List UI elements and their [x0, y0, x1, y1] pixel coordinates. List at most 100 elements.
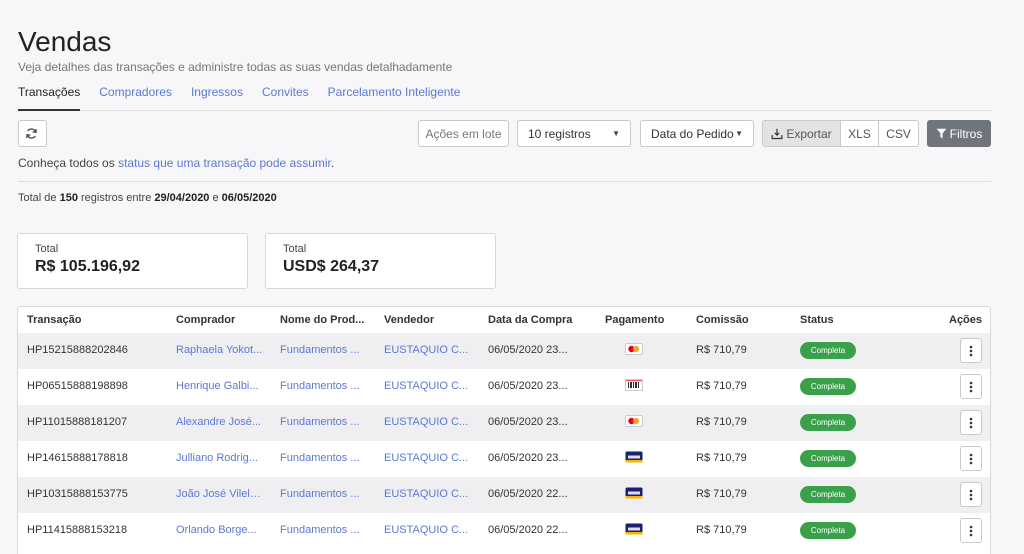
mastercard-icon: [625, 415, 643, 430]
seller-link[interactable]: EUSTAQUIO C...: [384, 344, 470, 356]
row-actions-button[interactable]: [960, 518, 982, 543]
tab-ingressos[interactable]: Ingressos: [191, 85, 243, 111]
commission: R$ 710,79: [696, 344, 747, 356]
buyer-link[interactable]: Raphaela Yokot...: [176, 344, 265, 356]
status-badge: Completa: [800, 450, 856, 467]
status-badge: Completa: [800, 342, 856, 359]
visa-icon: [625, 487, 643, 502]
product-link[interactable]: Fundamentos ...: [280, 488, 366, 500]
status-info: Conheça todos os status que uma transaçã…: [18, 156, 334, 170]
tab-transacoes[interactable]: Transações: [18, 85, 81, 111]
purchase-date: 06/05/2020 22...: [488, 488, 568, 500]
transaction-id: HP14615888178818: [27, 452, 128, 464]
commission: R$ 710,79: [696, 524, 747, 536]
purchase-date: 06/05/2020 23...: [488, 452, 568, 464]
download-icon: [771, 128, 783, 139]
row-actions-button[interactable]: [960, 374, 982, 399]
buyer-link[interactable]: Henrique Galbi...: [176, 380, 265, 392]
table-row: HP15215888202846 Raphaela Yokot... Fundame…: [18, 333, 990, 369]
product-link[interactable]: Fundamentos ...: [280, 416, 366, 428]
seller-link[interactable]: EUSTAQUIO C...: [384, 416, 470, 428]
boleto-icon: [625, 379, 643, 394]
transactions-table: Transação Comprador Nome do Prod... Vend…: [17, 306, 991, 554]
row-actions-button[interactable]: [960, 338, 982, 363]
tab-compradores[interactable]: Compradores: [99, 85, 172, 111]
date-filter-select[interactable]: Data do Pedido ▼: [640, 120, 754, 147]
seller-link[interactable]: EUSTAQUIO C...: [384, 488, 470, 500]
records-per-page-value: 10 registros: [528, 126, 591, 141]
col-transacao: Transação: [27, 314, 82, 326]
commission: R$ 710,79: [696, 380, 747, 392]
buyer-link[interactable]: João José Vilela...: [176, 488, 265, 500]
filters-button[interactable]: Filtros: [927, 120, 991, 147]
export-group: Exportar XLS CSV: [762, 120, 919, 147]
row-actions-button[interactable]: [960, 410, 982, 435]
transaction-id: HP06515888198898: [27, 380, 128, 392]
records-per-page-select[interactable]: 10 registros ▼: [517, 120, 631, 147]
kebab-menu-icon: [969, 525, 973, 536]
refresh-icon: [25, 128, 37, 139]
xls-button[interactable]: XLS: [840, 121, 878, 146]
status-badge: Completa: [800, 486, 856, 503]
buyer-link[interactable]: Alexandre José...: [176, 416, 265, 428]
table-row: HP11015888181207 Alexandre José... Fundame…: [18, 405, 990, 441]
product-link[interactable]: Fundamentos ...: [280, 380, 366, 392]
card-label: Total: [35, 243, 59, 255]
status-badge: Completa: [800, 378, 856, 395]
col-produto: Nome do Prod...: [280, 314, 365, 326]
export-label: Exportar: [786, 126, 832, 141]
table-row: HP06515888198898 Henrique Galbi... Fundame…: [18, 369, 990, 405]
col-vendedor: Vendedor: [384, 314, 435, 326]
kebab-menu-icon: [969, 417, 973, 428]
kebab-menu-icon: [969, 453, 973, 464]
col-pagamento: Pagamento: [605, 314, 665, 326]
page-title: Vendas: [18, 26, 112, 57]
table-body: HP15215888202846 Raphaela Yokot... Fundame…: [18, 333, 990, 549]
total-brl-card: Total R$ 105.196,92: [17, 233, 248, 289]
divider: [18, 181, 991, 182]
table-row: HP10315888153775 João José Vilela... Funda…: [18, 477, 990, 513]
transaction-id: HP15215888202846: [27, 344, 128, 356]
row-actions-button[interactable]: [960, 482, 982, 507]
product-link[interactable]: Fundamentos ...: [280, 452, 366, 464]
buyer-link[interactable]: Julliano Rodrig...: [176, 452, 265, 464]
chevron-down-icon: ▼: [735, 129, 743, 138]
table-header: Transação Comprador Nome do Prod... Vend…: [18, 307, 990, 333]
total-info: Total de 150 registros entre 29/04/2020 …: [18, 192, 277, 204]
col-data: Data da Compra: [488, 314, 573, 326]
kebab-menu-icon: [969, 345, 973, 356]
row-actions-button[interactable]: [960, 446, 982, 471]
card-value: USD$ 264,37: [283, 258, 380, 275]
product-link[interactable]: Fundamentos ...: [280, 344, 366, 356]
page-subtitle: Veja detalhes das transações e administr…: [18, 60, 453, 74]
tab-parcelamento-inteligente[interactable]: Parcelamento Inteligente: [328, 85, 461, 111]
seller-link[interactable]: EUSTAQUIO C...: [384, 380, 470, 392]
seller-link[interactable]: EUSTAQUIO C...: [384, 452, 470, 464]
total-info-text: Total de: [18, 192, 60, 204]
refresh-button[interactable]: [18, 120, 47, 147]
transaction-id: HP10315888153775: [27, 488, 128, 500]
buyer-link[interactable]: Orlando Borge...: [176, 524, 265, 536]
card-label: Total: [283, 243, 307, 255]
csv-button[interactable]: CSV: [878, 121, 918, 146]
filters-label: Filtros: [949, 126, 983, 141]
export-button[interactable]: Exportar: [763, 121, 840, 146]
table-row: HP11415888153218 Orlando Borge... Fundamen…: [18, 513, 990, 549]
status-info-prefix: Conheça todos os: [18, 156, 119, 170]
purchase-date: 06/05/2020 22...: [488, 524, 568, 536]
end-date: 06/05/2020: [221, 192, 277, 204]
total-info-text: e: [209, 192, 222, 204]
start-date: 29/04/2020: [154, 192, 210, 204]
status-info-suffix: .: [330, 156, 335, 170]
date-filter-value: Data do Pedido: [651, 126, 734, 141]
product-link[interactable]: Fundamentos ...: [280, 524, 366, 536]
status-info-link[interactable]: status que uma transação pode assumir: [118, 156, 331, 170]
kebab-menu-icon: [969, 489, 973, 500]
col-acoes: Ações: [949, 314, 983, 326]
tab-convites[interactable]: Convites: [262, 85, 309, 111]
transaction-id: HP11015888181207: [27, 416, 128, 428]
seller-link[interactable]: EUSTAQUIO C...: [384, 524, 470, 536]
chevron-down-icon: ▼: [612, 129, 620, 138]
visa-icon: [625, 523, 643, 538]
bulk-actions-button[interactable]: Ações em lote: [418, 120, 509, 147]
